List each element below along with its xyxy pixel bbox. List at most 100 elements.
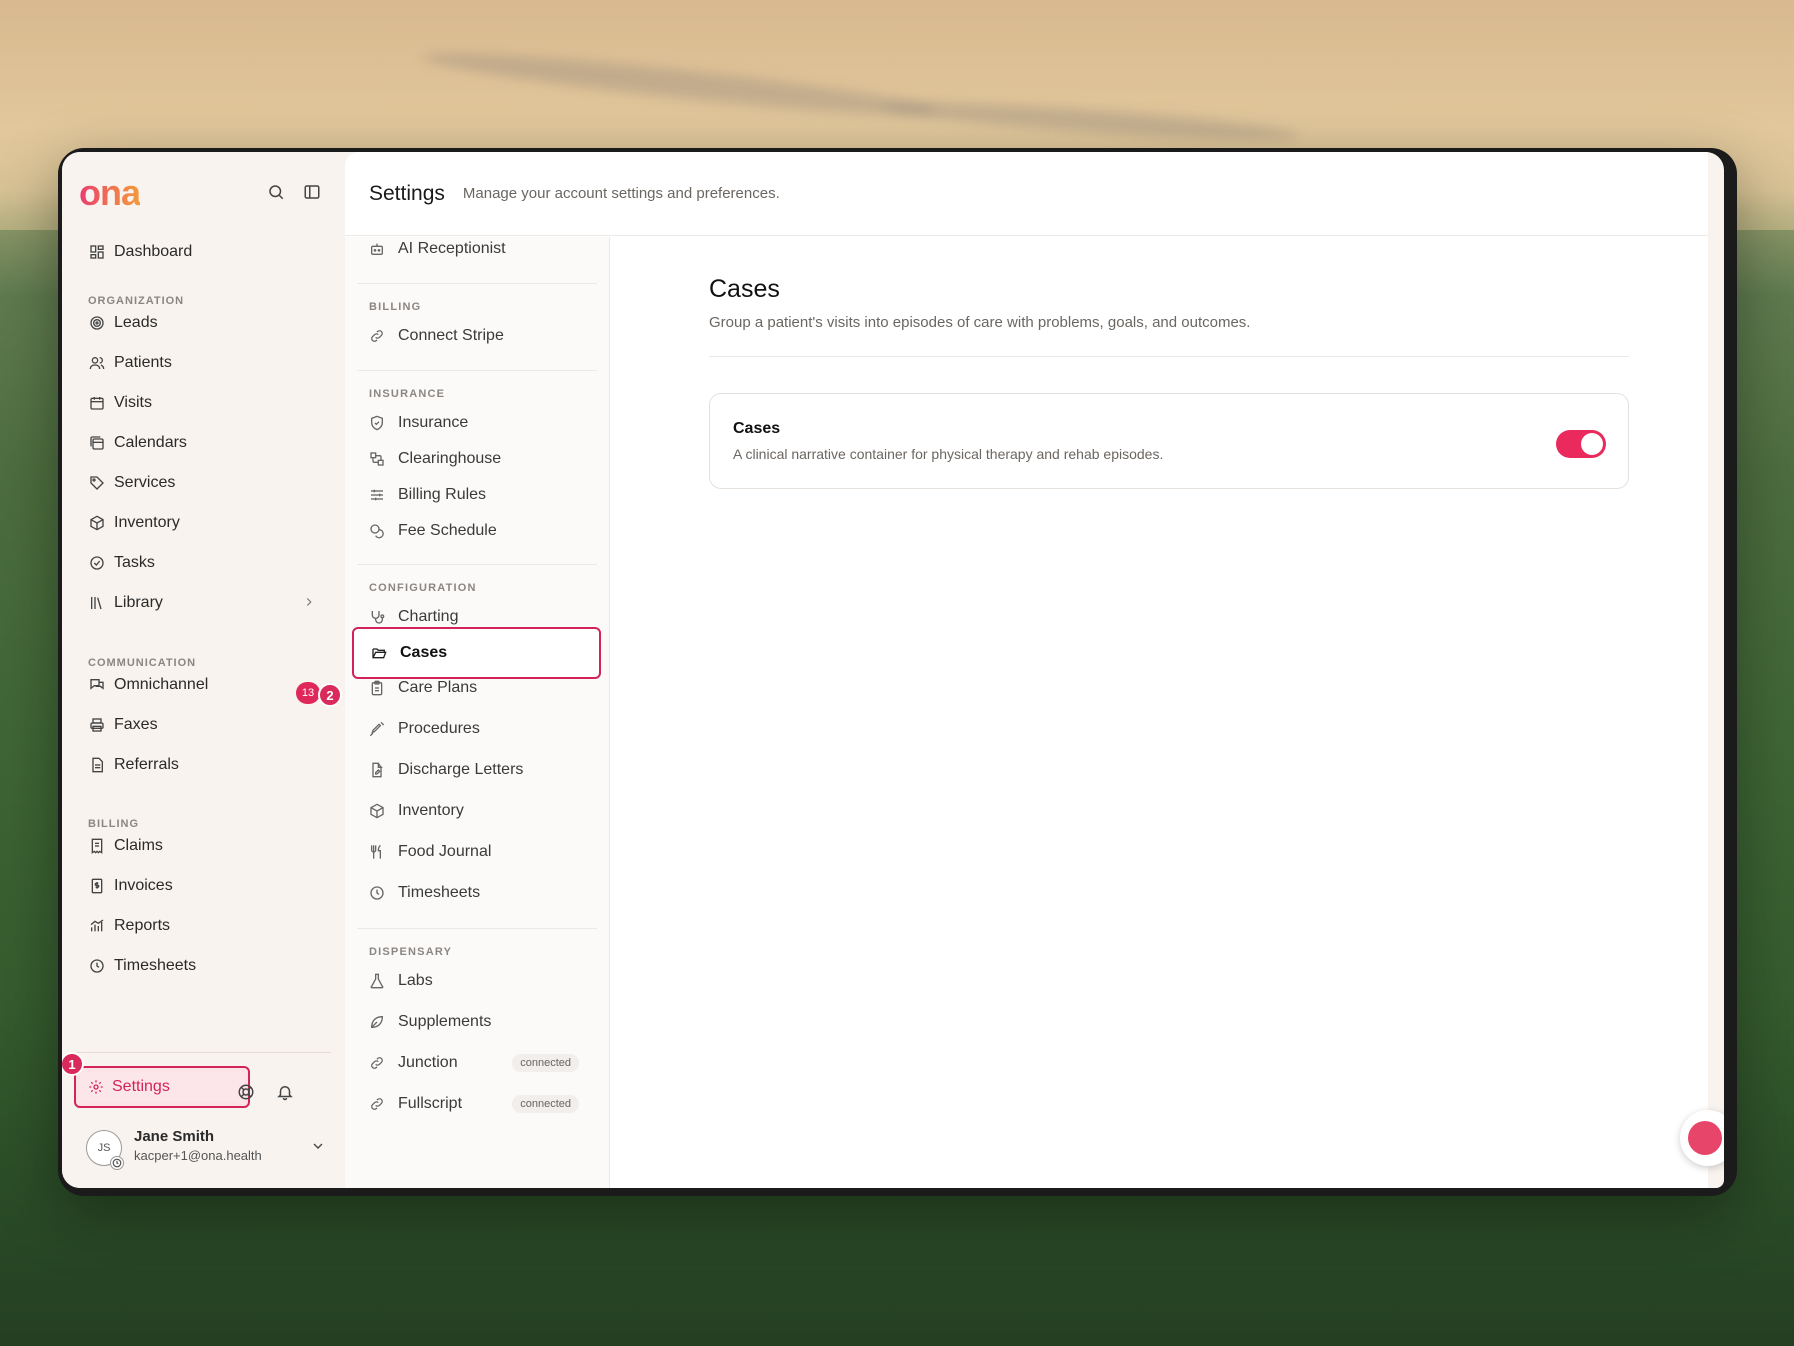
subnav-item-clearinghouse[interactable]: Clearinghouse xyxy=(357,441,593,477)
subnav-item-discharge-letters[interactable]: Discharge Letters xyxy=(357,752,593,788)
help-icon[interactable] xyxy=(236,1082,256,1102)
cases-toggle[interactable] xyxy=(1556,430,1606,458)
clock-icon xyxy=(368,884,386,902)
utensils-icon xyxy=(368,843,386,861)
invoice-icon xyxy=(88,877,106,895)
sidebar-item-label: Inventory xyxy=(114,514,180,531)
sidebar-toggle-icon[interactable] xyxy=(302,182,322,202)
sidebar-item-label: Claims xyxy=(114,837,163,854)
sidebar-item-timesheets[interactable]: Timesheets xyxy=(76,949,326,983)
calendars-icon xyxy=(88,434,106,452)
setting-title: Cases xyxy=(733,420,781,437)
subnav-item-care-plans[interactable]: Care Plans xyxy=(357,670,593,706)
sidebar-item-label: Timesheets xyxy=(114,957,197,974)
subnav-item-supplements[interactable]: Supplements xyxy=(357,1004,593,1040)
sidebar-item-label: Calendars xyxy=(114,434,187,451)
robot-icon xyxy=(368,240,386,258)
sidebar-item-label: Library xyxy=(114,594,163,611)
folder-open-icon xyxy=(370,644,388,662)
omnichannel-unread-badge: 13 xyxy=(296,682,320,704)
sidebar-item-label: Dashboard xyxy=(114,243,193,260)
subnav-item-label: Discharge Letters xyxy=(398,761,524,778)
page-header: Settings Manage your account settings an… xyxy=(345,152,1708,236)
subnav-item-labs[interactable]: Labs xyxy=(357,963,593,999)
subnav-divider xyxy=(357,283,597,284)
bell-icon[interactable] xyxy=(275,1082,295,1102)
search-icon[interactable] xyxy=(266,182,286,202)
page-title: Settings xyxy=(369,181,445,205)
support-chat-button[interactable] xyxy=(1680,1110,1724,1166)
link-icon xyxy=(368,1054,386,1072)
subnav-item-label: Timesheets xyxy=(398,884,481,901)
sidebar-item-library[interactable]: Library xyxy=(76,586,326,620)
chart-icon xyxy=(88,917,106,935)
subnav-item-label: Care Plans xyxy=(398,679,478,696)
receipt-icon xyxy=(88,837,106,855)
sidebar-item-patients[interactable]: Patients xyxy=(76,346,326,380)
library-icon xyxy=(88,594,106,612)
user-menu[interactable]: JS Jane Smith kacper+1@ona.health xyxy=(86,1124,326,1174)
subnav-item-junction[interactable]: Junction connected xyxy=(357,1045,593,1081)
subnav-item-food-journal[interactable]: Food Journal xyxy=(357,834,593,870)
subnav-divider xyxy=(357,564,597,565)
subnav-item-fee-schedule[interactable]: Fee Schedule xyxy=(357,513,593,549)
sidebar-item-faxes[interactable]: Faxes xyxy=(76,708,326,742)
subnav-item-billing-rules[interactable]: Billing Rules xyxy=(357,477,593,513)
subnav-item-procedures[interactable]: Procedures xyxy=(357,711,593,747)
settings-button[interactable]: Settings xyxy=(74,1066,250,1108)
subnav-item-inventory[interactable]: Inventory xyxy=(357,793,593,829)
subnav-item-label: Insurance xyxy=(398,414,469,431)
sidebar-item-claims[interactable]: Claims xyxy=(76,829,326,863)
transfer-icon xyxy=(368,450,386,468)
user-name: Jane Smith xyxy=(134,1128,215,1145)
leaf-icon xyxy=(368,1013,386,1031)
printer-icon xyxy=(88,716,106,734)
cases-setting-card: Cases A clinical narrative container for… xyxy=(709,393,1629,489)
subnav-item-label: Fullscript xyxy=(398,1095,463,1112)
sidebar-item-visits[interactable]: Visits xyxy=(76,386,326,420)
sidebar-item-leads[interactable]: Leads xyxy=(76,306,326,340)
subnav-item-label: Connect Stripe xyxy=(398,327,504,344)
chevron-down-icon[interactable] xyxy=(310,1138,326,1159)
step-badge-2: 2 xyxy=(318,683,342,707)
ona-logo[interactable]: ona xyxy=(79,172,141,214)
sidebar-item-services[interactable]: Services xyxy=(76,466,326,500)
sidebar-item-tasks[interactable]: Tasks xyxy=(76,546,326,580)
link-icon xyxy=(368,327,386,345)
subnav-item-label: Labs xyxy=(398,972,433,989)
subnav-item-label: Food Journal xyxy=(398,843,492,860)
main-panel: Settings Manage your account settings an… xyxy=(345,152,1724,1188)
sidebar-item-label: Patients xyxy=(114,354,172,371)
sidebar-item-invoices[interactable]: Invoices xyxy=(76,869,326,903)
subnav-section-configuration: CONFIGURATION xyxy=(369,582,477,594)
subnav-item-connect-stripe[interactable]: Connect Stripe xyxy=(357,318,593,354)
users-icon xyxy=(88,354,106,372)
sidebar-item-reports[interactable]: Reports xyxy=(76,909,326,943)
connected-badge: connected xyxy=(512,1095,579,1113)
section-description: Group a patient's visits into episodes o… xyxy=(709,314,1251,331)
target-icon xyxy=(88,314,106,332)
coins-icon xyxy=(368,522,386,540)
status-clock-icon xyxy=(110,1156,124,1170)
sidebar-item-label: Faxes xyxy=(114,716,158,733)
settings-label: Settings xyxy=(112,1078,170,1095)
syringe-icon xyxy=(368,720,386,738)
sidebar-item-omnichannel[interactable]: Omnichannel xyxy=(76,668,326,702)
subnav-item-label: Clearinghouse xyxy=(398,450,502,467)
chevron-right-icon xyxy=(302,595,316,614)
settings-button-inner: Settings xyxy=(80,1072,244,1102)
subnav-item-timesheets[interactable]: Timesheets xyxy=(357,875,593,911)
connected-badge: connected xyxy=(512,1054,579,1072)
sidebar-item-label: Leads xyxy=(114,314,158,331)
stethoscope-icon xyxy=(368,608,386,626)
subnav-item-ai-receptionist[interactable]: AI Receptionist xyxy=(357,237,593,267)
sidebar-item-dashboard[interactable]: Dashboard xyxy=(76,235,326,269)
shield-icon xyxy=(368,414,386,432)
sidebar-item-referrals[interactable]: Referrals xyxy=(76,748,326,782)
subnav-item-fullscript[interactable]: Fullscript connected xyxy=(357,1086,593,1122)
document-icon xyxy=(88,756,106,774)
sidebar-item-inventory[interactable]: Inventory xyxy=(76,506,326,540)
sidebar-item-calendars[interactable]: Calendars xyxy=(76,426,326,460)
check-circle-icon xyxy=(88,554,106,572)
subnav-item-insurance[interactable]: Insurance xyxy=(357,405,593,441)
